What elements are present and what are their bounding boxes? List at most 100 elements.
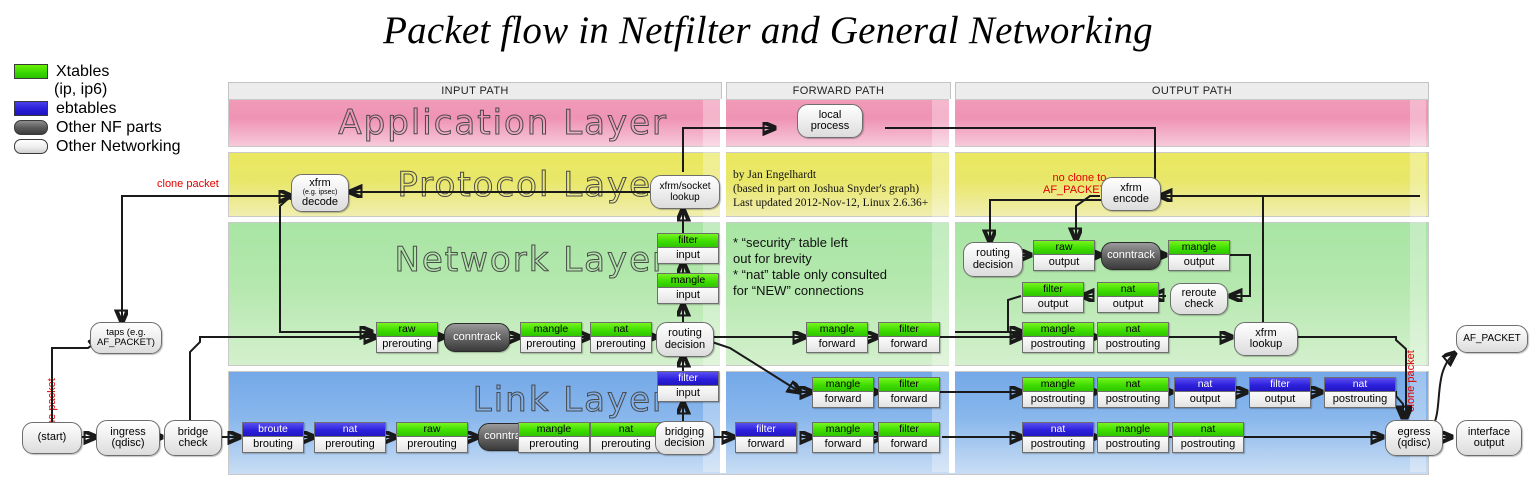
table-name: nat	[1173, 423, 1243, 437]
chain-name: postrouting	[1098, 337, 1168, 352]
chain-name: input	[658, 386, 718, 401]
node-bridging-decision[interactable]: bridging decision	[655, 421, 714, 455]
table-nat-prerouting-net[interactable]: nat prerouting	[590, 322, 652, 353]
table-raw-prerouting-link[interactable]: raw prerouting	[396, 422, 468, 453]
node-xfrm-lookup[interactable]: xfrm lookup	[1234, 322, 1298, 356]
table-filter-forward-ebt[interactable]: filter forward	[735, 422, 797, 453]
annotation-no-clone: no clone to AF_PACKET	[1043, 172, 1106, 196]
table-mangle-postrouting-link-bottom[interactable]: mangle postrouting	[1097, 422, 1169, 453]
table-mangle-forward-net[interactable]: mangle forward	[806, 322, 868, 353]
page-title: Packet flow in Netfilter and General Net…	[383, 9, 1153, 52]
table-filter-forward-net[interactable]: filter forward	[878, 322, 940, 353]
table-mangle-postrouting-link-mid[interactable]: mangle postrouting	[1022, 377, 1094, 408]
node-conntrack-network-label: conntrack	[453, 330, 501, 343]
ebtables-swatch-icon	[14, 101, 48, 116]
chain-name: brouting	[243, 437, 303, 452]
node-interface-output-line-2: output	[1473, 437, 1505, 449]
node-xfrm-lookup-line-2: lookup	[1249, 338, 1283, 350]
chain-name: postrouting	[1098, 437, 1168, 452]
node-ingress-qdisc[interactable]: ingress (qdisc)	[96, 420, 160, 456]
chain-name: input	[658, 248, 718, 263]
diagram-notes: * “security” table left out for brevity …	[733, 235, 887, 299]
table-mangle-prerouting-net[interactable]: mangle prerouting	[520, 322, 582, 353]
table-name: nat	[1098, 378, 1168, 392]
node-xfrm-socket-lookup-line-2: lookup	[670, 192, 700, 203]
layer-label-application: Application Layer	[338, 103, 668, 144]
table-mangle-postrouting-net[interactable]: mangle postrouting	[1022, 322, 1094, 353]
table-filter-output-ebt[interactable]: filter output	[1249, 377, 1311, 408]
table-mangle-input-net[interactable]: mangle input	[657, 273, 719, 304]
legend: Xtables (ip, ip6) ebtables Other NF part…	[14, 62, 229, 156]
node-conntrack-output[interactable]: conntrack	[1101, 242, 1161, 270]
chain-name: prerouting	[397, 437, 467, 452]
table-filter-forward-link-bottom[interactable]: filter forward	[878, 422, 940, 453]
node-routing-decision-input-line-2: decision	[664, 338, 706, 351]
table-nat-postrouting-link-mid[interactable]: nat postrouting	[1097, 377, 1169, 408]
table-mangle-forward-link-mid[interactable]: mangle forward	[812, 377, 874, 408]
node-egress-qdisc[interactable]: egress (qdisc)	[1385, 420, 1443, 456]
table-filter-forward-link-mid[interactable]: filter forward	[878, 377, 940, 408]
legend-item-other-networking: Other Networking	[14, 137, 229, 156]
chain-name: prerouting	[591, 337, 651, 352]
table-broute-brouting-link[interactable]: broute brouting	[242, 422, 304, 453]
table-mangle-forward-link-bottom[interactable]: mangle forward	[812, 422, 874, 453]
table-name: nat	[591, 323, 651, 337]
table-nat-postrouting-ebt-mid[interactable]: nat postrouting	[1324, 377, 1396, 408]
node-xfrm-encode[interactable]: xfrm encode	[1101, 177, 1161, 211]
node-interface-output[interactable]: interface output	[1456, 420, 1522, 456]
table-raw-prerouting-net[interactable]: raw prerouting	[376, 322, 438, 353]
table-nat-output-net[interactable]: nat output	[1097, 282, 1159, 313]
node-local-process[interactable]: local process	[797, 104, 863, 138]
chain-name: postrouting	[1023, 437, 1093, 452]
table-name: nat	[1023, 423, 1093, 437]
node-routing-decision-input[interactable]: routing decision	[656, 322, 714, 357]
chain-name: prerouting	[315, 437, 385, 452]
node-xfrm-encode-line-2: encode	[1112, 193, 1150, 205]
node-xfrm-decode[interactable]: xfrm (e.g. ipsec) decode	[291, 174, 349, 212]
credits: by Jan Engelhardt (based in part on Josh…	[733, 168, 928, 210]
node-xfrm-decode-line-2: decode	[301, 196, 339, 208]
chain-name: forward	[736, 437, 796, 452]
table-nat-postrouting-ebt-bottom[interactable]: nat postrouting	[1022, 422, 1094, 453]
chain-name: output	[1098, 297, 1158, 312]
node-af-packet[interactable]: AF_PACKET	[1456, 325, 1528, 353]
layer-label-network: Network Layer	[394, 240, 668, 281]
table-nat-postrouting-link-bottom[interactable]: nat postrouting	[1172, 422, 1244, 453]
node-taps-line-2: AF_PACKET)	[97, 337, 155, 348]
table-name: mangle	[807, 323, 867, 337]
table-filter-input-link[interactable]: filter input	[657, 371, 719, 402]
node-xfrm-socket-lookup-line-1: xfrm/socket	[659, 181, 711, 192]
table-nat-output-ebt[interactable]: nat output	[1174, 377, 1236, 408]
table-filter-output-net[interactable]: filter output	[1022, 282, 1084, 313]
note-line-2: out for brevity	[733, 251, 812, 266]
node-routing-decision-output[interactable]: routing decision	[963, 242, 1023, 277]
chain-name: forward	[879, 437, 939, 452]
other-networking-swatch-icon	[14, 139, 48, 154]
annotation-clone-packet-decode: clone packet	[157, 178, 219, 190]
node-xfrm-socket-lookup[interactable]: xfrm/socket lookup	[650, 175, 720, 209]
node-reroute-check[interactable]: reroute check	[1170, 283, 1228, 315]
legend-item-ebtables: ebtables	[14, 99, 229, 118]
annotation-no-clone-line-2: AF_PACKET	[1043, 184, 1107, 196]
legend-item-other-nf: Other NF parts	[14, 118, 229, 137]
layer-label-protocol: Protocol Layer	[397, 164, 668, 205]
table-name: nat	[1098, 323, 1168, 337]
node-egress-line-2: (qdisc)	[1397, 437, 1431, 449]
layer-label-link: Link Layer	[472, 380, 668, 421]
table-raw-output-net[interactable]: raw output	[1033, 240, 1095, 271]
node-taps-af-packet[interactable]: taps (e.g. AF_PACKET)	[90, 322, 162, 354]
table-nat-postrouting-net[interactable]: nat postrouting	[1097, 322, 1169, 353]
node-bridge-check[interactable]: bridge check	[164, 420, 222, 456]
table-name: mangle	[1023, 378, 1093, 392]
table-nat-prerouting-link-2[interactable]: nat prerouting	[590, 422, 662, 453]
node-conntrack-network[interactable]: conntrack	[444, 323, 510, 352]
credits-line-2: (based in part on Joshua Snyder's graph)	[733, 183, 920, 195]
node-conntrack-output-label: conntrack	[1107, 249, 1155, 262]
table-mangle-output-net[interactable]: mangle output	[1168, 240, 1230, 271]
node-af-packet-label: AF_PACKET	[1463, 333, 1521, 345]
table-mangle-prerouting-link[interactable]: mangle prerouting	[518, 422, 590, 453]
node-start[interactable]: (start)	[22, 422, 82, 454]
table-filter-input-net[interactable]: filter input	[657, 233, 719, 264]
table-nat-prerouting-link[interactable]: nat prerouting	[314, 422, 386, 453]
table-name: filter	[879, 378, 939, 392]
